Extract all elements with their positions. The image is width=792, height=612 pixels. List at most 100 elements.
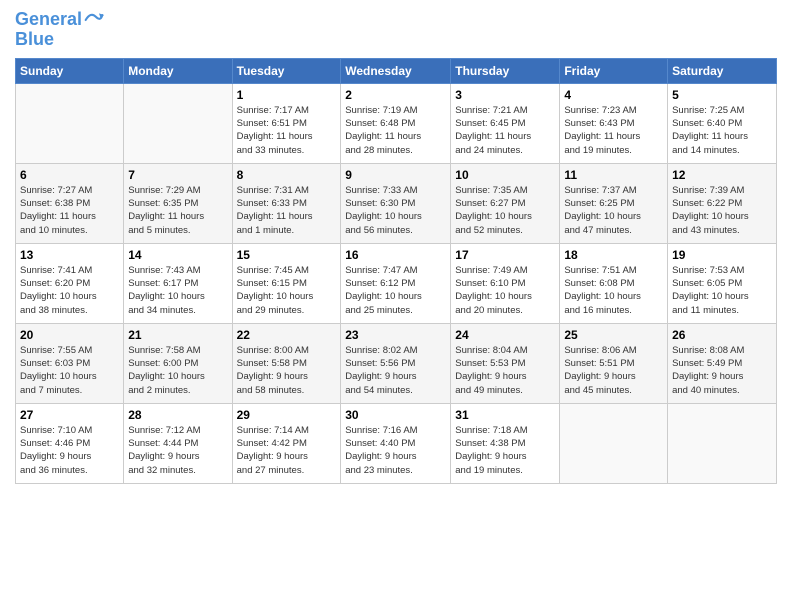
day-cell: 19 Sunrise: 7:53 AM Sunset: 6:05 PM Dayli… (668, 243, 777, 323)
day-cell: 28Sunrise: 7:12 AM Sunset: 4:44 PM Dayli… (124, 403, 232, 483)
day-info: Sunrise: 7:35 AM Sunset: 6:27 PM Dayligh… (455, 184, 555, 237)
day-info: Sunrise: 8:06 AM Sunset: 5:51 PM Dayligh… (564, 344, 663, 397)
weekday-header-wednesday: Wednesday (341, 58, 451, 83)
day-info: Sunrise: 7:49 AM Sunset: 6:10 PM Dayligh… (455, 264, 555, 317)
day-number: 24 (455, 328, 555, 342)
day-number: 8 (237, 168, 337, 182)
day-cell: 15Sunrise: 7:45 AM Sunset: 6:15 PM Dayli… (232, 243, 341, 323)
day-number: 9 (345, 168, 446, 182)
day-info: Sunrise: 7:17 AM Sunset: 6:51 PM Dayligh… (237, 104, 337, 157)
day-number: 14 (128, 248, 227, 262)
day-cell: 10 Sunrise: 7:35 AM Sunset: 6:27 PM Dayli… (451, 163, 560, 243)
day-info: Sunrise: 7:18 AM Sunset: 4:38 PM Dayligh… (455, 424, 555, 477)
weekday-header-monday: Monday (124, 58, 232, 83)
day-number: 2 (345, 88, 446, 102)
day-info: Sunrise: 7:53 AM Sunset: 6:05 PM Dayligh… (672, 264, 772, 317)
day-info: Sunrise: 7:58 AM Sunset: 6:00 PM Dayligh… (128, 344, 227, 397)
logo-blue: Blue (15, 30, 54, 50)
day-cell: 21 Sunrise: 7:58 AM Sunset: 6:00 PM Dayli… (124, 323, 232, 403)
day-info: Sunrise: 7:23 AM Sunset: 6:43 PM Dayligh… (564, 104, 663, 157)
day-number: 13 (20, 248, 119, 262)
day-number: 1 (237, 88, 337, 102)
day-info: Sunrise: 8:02 AM Sunset: 5:56 PM Dayligh… (345, 344, 446, 397)
day-number: 10 (455, 168, 555, 182)
calendar-thead: SundayMondayTuesdayWednesdayThursdayFrid… (16, 58, 777, 83)
day-number: 5 (672, 88, 772, 102)
week-row-3: 13 Sunrise: 7:41 AM Sunset: 6:20 PM Dayli… (16, 243, 777, 323)
day-number: 27 (20, 408, 119, 422)
calendar-tbody: 1 Sunrise: 7:17 AM Sunset: 6:51 PM Daylig… (16, 83, 777, 483)
day-number: 6 (20, 168, 119, 182)
day-info: Sunrise: 7:55 AM Sunset: 6:03 PM Dayligh… (20, 344, 119, 397)
day-info: Sunrise: 7:45 AM Sunset: 6:15 PM Dayligh… (237, 264, 337, 317)
day-cell: 30 Sunrise: 7:16 AM Sunset: 4:40 PM Dayli… (341, 403, 451, 483)
logo-icon (84, 10, 104, 30)
logo: General Blue (15, 10, 104, 50)
day-info: Sunrise: 8:08 AM Sunset: 5:49 PM Dayligh… (672, 344, 772, 397)
day-number: 21 (128, 328, 227, 342)
weekday-header-tuesday: Tuesday (232, 58, 341, 83)
day-number: 20 (20, 328, 119, 342)
day-number: 23 (345, 328, 446, 342)
day-cell: 24Sunrise: 8:04 AM Sunset: 5:53 PM Dayli… (451, 323, 560, 403)
day-cell (124, 83, 232, 163)
day-number: 3 (455, 88, 555, 102)
day-cell: 3Sunrise: 7:21 AM Sunset: 6:45 PM Daylig… (451, 83, 560, 163)
day-cell: 7 Sunrise: 7:29 AM Sunset: 6:35 PM Daylig… (124, 163, 232, 243)
day-cell: 9 Sunrise: 7:33 AM Sunset: 6:30 PM Daylig… (341, 163, 451, 243)
weekday-header-thursday: Thursday (451, 58, 560, 83)
day-info: Sunrise: 7:19 AM Sunset: 6:48 PM Dayligh… (345, 104, 446, 157)
weekday-header-sunday: Sunday (16, 58, 124, 83)
day-cell: 6Sunrise: 7:27 AM Sunset: 6:38 PM Daylig… (16, 163, 124, 243)
day-cell: 1 Sunrise: 7:17 AM Sunset: 6:51 PM Daylig… (232, 83, 341, 163)
day-number: 29 (237, 408, 337, 422)
day-cell: 8 Sunrise: 7:31 AM Sunset: 6:33 PM Daylig… (232, 163, 341, 243)
calendar-container: General Blue SundayMondayTuesdayWednesda… (0, 0, 792, 494)
weekday-header-saturday: Saturday (668, 58, 777, 83)
week-row-5: 27 Sunrise: 7:10 AM Sunset: 4:46 PM Dayli… (16, 403, 777, 483)
day-number: 17 (455, 248, 555, 262)
day-info: Sunrise: 7:29 AM Sunset: 6:35 PM Dayligh… (128, 184, 227, 237)
day-info: Sunrise: 7:37 AM Sunset: 6:25 PM Dayligh… (564, 184, 663, 237)
day-cell: 20 Sunrise: 7:55 AM Sunset: 6:03 PM Dayli… (16, 323, 124, 403)
day-number: 11 (564, 168, 663, 182)
day-info: Sunrise: 7:41 AM Sunset: 6:20 PM Dayligh… (20, 264, 119, 317)
day-cell (668, 403, 777, 483)
day-cell: 31Sunrise: 7:18 AM Sunset: 4:38 PM Dayli… (451, 403, 560, 483)
day-number: 4 (564, 88, 663, 102)
day-info: Sunrise: 7:16 AM Sunset: 4:40 PM Dayligh… (345, 424, 446, 477)
day-number: 12 (672, 168, 772, 182)
day-cell: 16Sunrise: 7:47 AM Sunset: 6:12 PM Dayli… (341, 243, 451, 323)
day-cell: 18 Sunrise: 7:51 AM Sunset: 6:08 PM Dayli… (560, 243, 668, 323)
day-cell: 5 Sunrise: 7:25 AM Sunset: 6:40 PM Daylig… (668, 83, 777, 163)
day-cell: 4 Sunrise: 7:23 AM Sunset: 6:43 PM Daylig… (560, 83, 668, 163)
day-info: Sunrise: 7:12 AM Sunset: 4:44 PM Dayligh… (128, 424, 227, 477)
day-number: 7 (128, 168, 227, 182)
day-number: 22 (237, 328, 337, 342)
day-number: 19 (672, 248, 772, 262)
day-info: Sunrise: 7:33 AM Sunset: 6:30 PM Dayligh… (345, 184, 446, 237)
day-cell (560, 403, 668, 483)
day-cell: 17 Sunrise: 7:49 AM Sunset: 6:10 PM Dayli… (451, 243, 560, 323)
day-cell (16, 83, 124, 163)
day-cell: 12 Sunrise: 7:39 AM Sunset: 6:22 PM Dayli… (668, 163, 777, 243)
day-info: Sunrise: 7:39 AM Sunset: 6:22 PM Dayligh… (672, 184, 772, 237)
day-cell: 29Sunrise: 7:14 AM Sunset: 4:42 PM Dayli… (232, 403, 341, 483)
day-cell: 27 Sunrise: 7:10 AM Sunset: 4:46 PM Dayli… (16, 403, 124, 483)
calendar-table: SundayMondayTuesdayWednesdayThursdayFrid… (15, 58, 777, 484)
day-number: 18 (564, 248, 663, 262)
day-info: Sunrise: 7:25 AM Sunset: 6:40 PM Dayligh… (672, 104, 772, 157)
week-row-1: 1 Sunrise: 7:17 AM Sunset: 6:51 PM Daylig… (16, 83, 777, 163)
week-row-4: 20 Sunrise: 7:55 AM Sunset: 6:03 PM Dayli… (16, 323, 777, 403)
day-info: Sunrise: 7:10 AM Sunset: 4:46 PM Dayligh… (20, 424, 119, 477)
day-cell: 22Sunrise: 8:00 AM Sunset: 5:58 PM Dayli… (232, 323, 341, 403)
day-cell: 25Sunrise: 8:06 AM Sunset: 5:51 PM Dayli… (560, 323, 668, 403)
day-info: Sunrise: 7:31 AM Sunset: 6:33 PM Dayligh… (237, 184, 337, 237)
day-number: 30 (345, 408, 446, 422)
day-cell: 14Sunrise: 7:43 AM Sunset: 6:17 PM Dayli… (124, 243, 232, 323)
day-info: Sunrise: 7:51 AM Sunset: 6:08 PM Dayligh… (564, 264, 663, 317)
day-info: Sunrise: 7:47 AM Sunset: 6:12 PM Dayligh… (345, 264, 446, 317)
calendar-header: General Blue (15, 10, 777, 50)
day-number: 26 (672, 328, 772, 342)
weekday-row: SundayMondayTuesdayWednesdayThursdayFrid… (16, 58, 777, 83)
